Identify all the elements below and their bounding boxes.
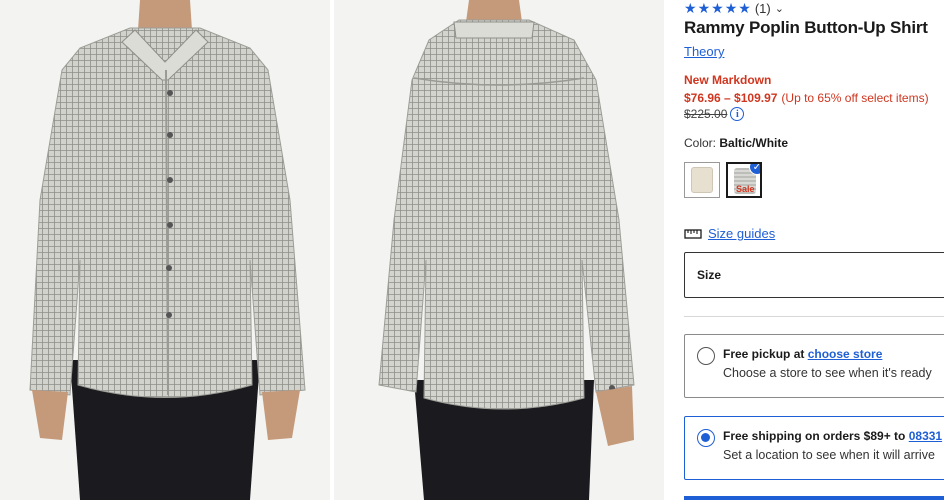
color-value: Baltic/White (719, 136, 789, 150)
checkmark-icon: ✓ (749, 164, 760, 175)
original-price-line: $225.00 i (684, 107, 745, 121)
original-price: $225.00 (684, 107, 728, 121)
size-selector[interactable]: Size (684, 252, 944, 298)
product-image-front[interactable] (0, 0, 330, 500)
swatch-baltic-white[interactable]: Sale ✓ (726, 162, 762, 198)
product-details-panel: ★ ★ ★ ★ ★ (1) ⌄ Rammy Poplin Button-Up S… (684, 0, 944, 500)
star-icon: ★ (724, 0, 738, 16)
front-shirt-illustration (29, 0, 306, 500)
shipping-radio[interactable] (697, 429, 715, 447)
swatch-cream[interactable] (684, 162, 720, 198)
back-shirt-illustration (378, 0, 635, 500)
zip-code-link[interactable]: 08331 (909, 429, 942, 443)
size-guides-link[interactable]: Size guides (708, 226, 775, 241)
pickup-radio[interactable] (697, 347, 715, 365)
pickup-option[interactable]: Free pickup at choose store Choose a sto… (684, 334, 944, 398)
star-icon: ★ (684, 0, 697, 16)
shipping-title-text: Free shipping on orders $89+ to (723, 429, 909, 443)
discount-note: (Up to 65% off select items) (781, 91, 929, 105)
brand-link[interactable]: Theory (684, 44, 724, 59)
color-line: Color: Baltic/White (684, 136, 788, 150)
chevron-down-icon[interactable]: ⌄ (775, 2, 784, 15)
info-icon[interactable]: i (730, 107, 745, 121)
size-label: Size (697, 268, 722, 282)
product-image-back[interactable] (334, 0, 664, 500)
star-icon: ★ (697, 0, 711, 16)
rating-stars: ★ ★ ★ ★ ★ (684, 1, 751, 15)
shipping-title: Free shipping on orders $89+ to 08331 (723, 429, 942, 443)
product-title: Rammy Poplin Button-Up Shirt (684, 18, 928, 37)
sale-price: $76.96 – $109.97 (684, 91, 778, 105)
size-guides-row[interactable]: Size guides (684, 226, 775, 241)
pickup-title: Free pickup at choose store (723, 347, 882, 361)
sale-tag: Sale (736, 184, 755, 194)
markdown-label: New Markdown (684, 73, 772, 87)
swatch-image (691, 167, 713, 193)
shipping-option[interactable]: Free shipping on orders $89+ to 08331 Se… (684, 416, 944, 480)
color-label: Color: (684, 136, 717, 150)
choose-store-link[interactable]: choose store (808, 347, 883, 361)
add-to-bag-button-edge[interactable] (684, 496, 944, 500)
shipping-subtitle: Set a location to see when it will arriv… (723, 448, 935, 462)
price-line: $76.96 – $109.97 (Up to 65% off select it… (684, 91, 929, 105)
review-count[interactable]: (1) (755, 1, 771, 16)
star-icon: ★ (738, 0, 751, 16)
pickup-title-text: Free pickup at (723, 347, 808, 361)
pickup-subtitle: Choose a store to see when it's ready (723, 366, 932, 380)
color-swatches: Sale ✓ (684, 162, 762, 198)
ruler-icon (684, 228, 702, 239)
divider (684, 316, 944, 317)
rating-row[interactable]: ★ ★ ★ ★ ★ (1) ⌄ (684, 0, 784, 16)
star-icon: ★ (711, 0, 724, 16)
